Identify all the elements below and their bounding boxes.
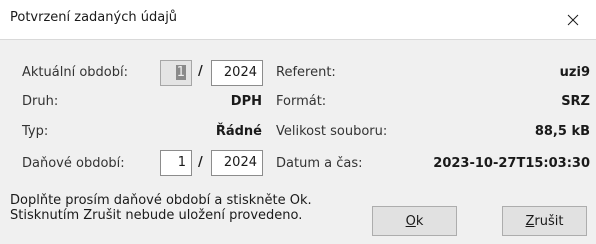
format-value: SRZ [561,94,590,109]
cancel-button[interactable]: Zrušit [502,206,587,236]
druh-value: DPH [230,94,262,109]
aktualni-obdobi-separator: / [198,64,203,79]
aktualni-obdobi-month-field: 1 [160,60,192,86]
danove-obdobi-year-value: 2024 [223,155,257,170]
datum-cas-value: 2023-10-27T15:03:30 [433,156,590,171]
typ-value: Řádné [215,124,262,139]
referent-label: Referent: [276,65,336,80]
danove-obdobi-year-field[interactable]: 2024 [211,150,263,176]
cancel-button-label: rušit [534,213,564,229]
ok-button-mnemonic: O [405,213,416,229]
window-title: Potvrzení zadaných údajů [10,10,178,25]
druh-label: Druh: [22,94,59,109]
danove-obdobi-separator: / [198,155,203,170]
instruction-message: Doplňte prosím daňové období a stiskněte… [10,193,312,223]
danove-obdobi-label: Daňové období: [22,156,125,171]
title-bar: Potvrzení zadaných údajů [0,0,596,40]
close-icon [567,14,579,26]
danove-obdobi-month-value: 1 [177,155,186,170]
format-label: Formát: [276,94,327,109]
ok-button-label: k [415,213,424,229]
cancel-button-mnemonic: Z [525,213,535,229]
aktualni-obdobi-year-field[interactable]: 2024 [211,60,263,86]
referent-value: uzi9 [559,65,590,80]
velikost-souboru-value: 88,5 kB [534,124,590,139]
datum-cas-label: Datum a čas: [276,156,363,171]
close-button[interactable] [550,0,596,40]
aktualni-obdobi-label: Aktuální období: [22,65,128,80]
velikost-souboru-label: Velikost souboru: [276,124,388,139]
ok-button[interactable]: Ok [372,206,457,236]
aktualni-obdobi-month-value: 1 [175,65,186,80]
aktualni-obdobi-year-value: 2024 [223,65,257,80]
typ-label: Typ: [22,124,49,139]
danove-obdobi-month-field[interactable]: 1 [160,150,192,176]
confirmation-dialog: Potvrzení zadaných údajů Aktuální období… [0,0,596,244]
